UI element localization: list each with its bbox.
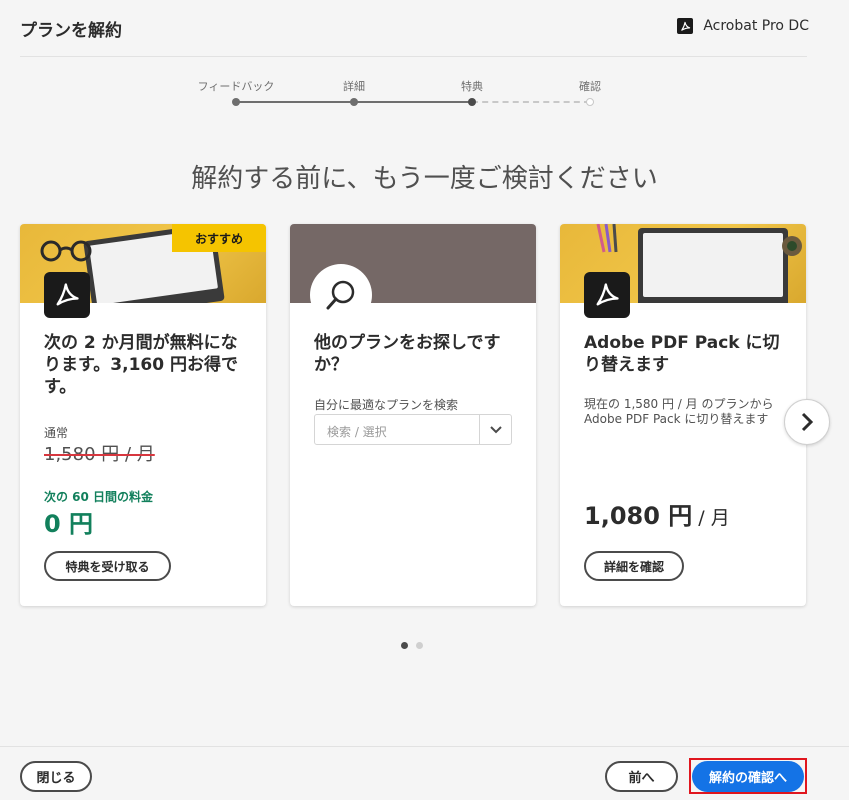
- price-value: 1,080 円: [584, 502, 693, 530]
- pager-dot-1[interactable]: [401, 642, 408, 649]
- page-title: プランを解約: [20, 21, 122, 41]
- promo-price: 0 円: [44, 510, 94, 538]
- plant-icon: [782, 236, 802, 256]
- plan-price: 1,080 円 / 月: [584, 496, 730, 531]
- laptop-illustration: [638, 228, 788, 303]
- step-label-details: 詳細: [343, 80, 365, 93]
- chevron-down-icon[interactable]: [479, 415, 511, 444]
- offer-card-free-months: おすすめ 次の 2 か月間が無料になります。3,160 円お得です。 通常 1,…: [20, 224, 266, 606]
- highlight-frame: [689, 758, 807, 794]
- product-name: Acrobat Pro DC: [677, 18, 809, 34]
- step-dot-details: [350, 98, 358, 106]
- carousel-next-button[interactable]: [784, 399, 830, 445]
- recommended-badge: おすすめ: [172, 224, 266, 252]
- step-label-feedback: フィードバック: [197, 80, 275, 93]
- chevron-right-icon: [801, 412, 814, 432]
- regular-price: 1,580 円 / 月: [44, 444, 155, 465]
- footer-divider: [0, 746, 849, 747]
- step-label-confirm: 確認: [579, 80, 601, 93]
- header: プランを解約 Acrobat Pro DC: [0, 0, 849, 56]
- back-button[interactable]: 前へ: [605, 761, 678, 792]
- card-description: 現在の 1,580 円 / 月 のプランから Adobe PDF Pack に切…: [584, 397, 774, 426]
- step-connector-pending: [472, 101, 590, 103]
- card-title: Adobe PDF Pack に切り替えます: [584, 333, 780, 375]
- search-icon: [310, 264, 372, 326]
- offer-headline: 解約する前に、もう一度ご検討ください: [191, 164, 658, 194]
- step-dot-confirm: [586, 98, 594, 106]
- progress-stepper: フィードバック 詳細 特典 確認: [0, 78, 849, 118]
- product-label: Acrobat Pro DC: [703, 18, 809, 34]
- step-connector: [354, 101, 472, 103]
- close-button[interactable]: 閉じる: [20, 761, 92, 792]
- search-label: 自分に最適なプランを検索: [314, 398, 459, 412]
- view-details-button[interactable]: 詳細を確認: [584, 551, 684, 581]
- header-divider: [20, 56, 807, 57]
- claim-offer-button[interactable]: 特典を受け取る: [44, 551, 171, 581]
- carousel-pager: [401, 642, 423, 649]
- card-title: 次の 2 か月間が無料になります。3,160 円お得です。: [44, 333, 238, 397]
- acrobat-logo-icon: [584, 272, 630, 318]
- promo-label: 次の 60 日間の料金: [44, 490, 154, 504]
- step-label-offer: 特典: [461, 80, 483, 93]
- offer-card-pdf-pack: Adobe PDF Pack に切り替えます 現在の 1,580 円 / 月 の…: [560, 224, 806, 606]
- step-dot-feedback: [232, 98, 240, 106]
- card-title: 他のプランをお探しですか？: [314, 333, 501, 375]
- plan-search-select[interactable]: 検索 / 選択: [314, 414, 512, 445]
- regular-label: 通常: [44, 426, 69, 440]
- glasses-icon: [40, 240, 92, 262]
- offer-card-other-plans: 他のプランをお探しですか？ 自分に最適なプランを検索 検索 / 選択: [290, 224, 536, 606]
- acrobat-logo-icon: [44, 272, 90, 318]
- step-dot-offer: [468, 98, 476, 106]
- price-unit: / 月: [698, 507, 730, 529]
- step-connector: [236, 101, 354, 103]
- pencils-icon: [596, 224, 618, 253]
- select-placeholder: 検索 / 選択: [327, 425, 387, 439]
- pager-dot-2[interactable]: [416, 642, 423, 649]
- acrobat-icon: [677, 18, 694, 34]
